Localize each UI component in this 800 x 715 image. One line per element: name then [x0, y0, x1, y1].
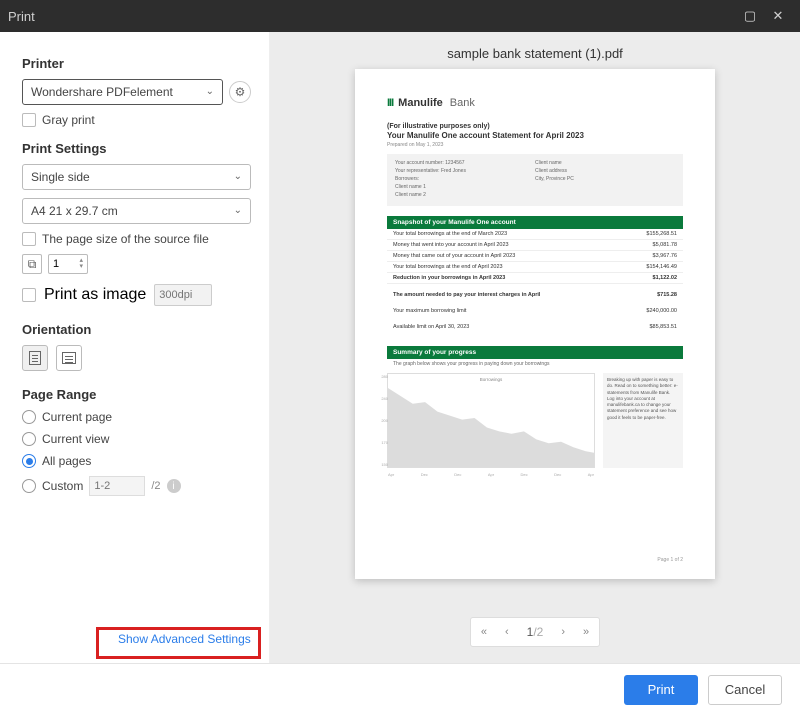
paper-value: A4 21 x 29.7 cm	[31, 199, 118, 223]
preview-progress-sub: The graph below shows your progress in p…	[387, 359, 683, 369]
preview-statement-title: Your Manulife One account Statement for …	[387, 131, 683, 140]
dpi-input[interactable]	[154, 284, 212, 306]
printer-section-label: Printer	[22, 56, 251, 71]
custom-range-input[interactable]	[89, 476, 145, 496]
page-range-current-view[interactable]: Current view	[22, 432, 251, 446]
orientation-portrait-button[interactable]	[22, 345, 48, 371]
pager-first-icon[interactable]: «	[481, 626, 487, 638]
landscape-icon	[62, 352, 76, 364]
print-as-image-label: Print as image	[44, 286, 146, 304]
printer-selected: Wondershare PDFelement	[31, 80, 173, 104]
source-size-label: The page size of the source file	[42, 232, 209, 246]
show-advanced-settings-link[interactable]: Show Advanced Settings	[104, 624, 265, 654]
preview-page: III Manulife Bank (For illustrative purp…	[355, 69, 715, 579]
dialog-footer: Print Cancel	[0, 663, 800, 715]
chevron-down-icon: ⌄	[234, 199, 242, 223]
preview-pager: « ‹ 1/2 › »	[270, 603, 800, 663]
titlebar: Print ▢ ✕	[0, 0, 800, 32]
window-maximize-icon[interactable]: ▢	[736, 8, 764, 24]
pager-prev-icon[interactable]: ‹	[505, 626, 509, 638]
spinner-arrows-icon[interactable]: ▴▾	[79, 258, 83, 270]
preview-chart: 280 240 200 170 150 Borrowings Apr Dec D…	[387, 373, 595, 468]
preview-note: Breaking up with paper is easy to do. Re…	[603, 373, 683, 468]
pager-page-indicator: 1/2	[527, 625, 544, 639]
print-settings-label: Print Settings	[22, 141, 251, 156]
chevron-down-icon: ⌄	[234, 165, 242, 189]
sides-value: Single side	[31, 165, 90, 189]
gray-print-checkbox[interactable]	[22, 113, 36, 127]
preview-filename: sample bank statement (1).pdf	[270, 32, 800, 69]
print-as-image-checkbox[interactable]	[22, 288, 36, 302]
window-title: Print	[8, 9, 35, 24]
preview-prepared: Prepared on May 1, 2023	[387, 142, 683, 148]
page-range-all-pages[interactable]: All pages	[22, 454, 251, 468]
brand-logo-icon: III	[387, 97, 393, 109]
print-button[interactable]: Print	[624, 675, 698, 705]
print-options-panel: Printer Wondershare PDFelement ⌄ ⚙ Gray …	[0, 32, 270, 663]
orientation-label: Orientation	[22, 322, 251, 337]
pager-next-icon[interactable]: ›	[561, 626, 565, 638]
info-icon[interactable]: i	[167, 479, 181, 493]
printer-settings-button[interactable]: ⚙	[229, 81, 251, 103]
sides-select[interactable]: Single side ⌄	[22, 164, 251, 190]
range-total: /2	[151, 480, 160, 492]
page-range-current-page[interactable]: Current page	[22, 410, 251, 424]
paper-size-select[interactable]: A4 21 x 29.7 cm ⌄	[22, 198, 251, 224]
gear-icon: ⚙	[235, 85, 246, 99]
preview-panel: sample bank statement (1).pdf III Manuli…	[270, 32, 800, 663]
preview-account-box: Your account number: 1234567 Your repres…	[387, 154, 683, 206]
copies-value: 1	[53, 258, 59, 270]
preview-page-number: Page 1 of 2	[657, 557, 683, 563]
orientation-landscape-button[interactable]	[56, 345, 82, 371]
source-size-checkbox[interactable]	[22, 232, 36, 246]
gray-print-label: Gray print	[42, 113, 95, 127]
portrait-icon	[29, 351, 41, 365]
page-range-custom[interactable]: Custom /2 i	[22, 476, 251, 496]
cancel-button[interactable]: Cancel	[708, 675, 782, 705]
preview-illustrative: (For illustrative purposes only)	[387, 123, 683, 130]
pager-last-icon[interactable]: »	[583, 626, 589, 638]
page-range-label: Page Range	[22, 387, 251, 402]
copies-input[interactable]: 1 ▴▾	[48, 254, 88, 274]
preview-progress-header: Summary of your progress	[387, 346, 683, 359]
preview-snapshot-header: Snapshot of your Manulife One account	[387, 216, 683, 229]
printer-select[interactable]: Wondershare PDFelement ⌄	[22, 79, 223, 105]
window-close-icon[interactable]: ✕	[764, 8, 792, 24]
chevron-down-icon: ⌄	[206, 80, 214, 104]
copies-icon[interactable]: ⧉	[22, 254, 42, 274]
